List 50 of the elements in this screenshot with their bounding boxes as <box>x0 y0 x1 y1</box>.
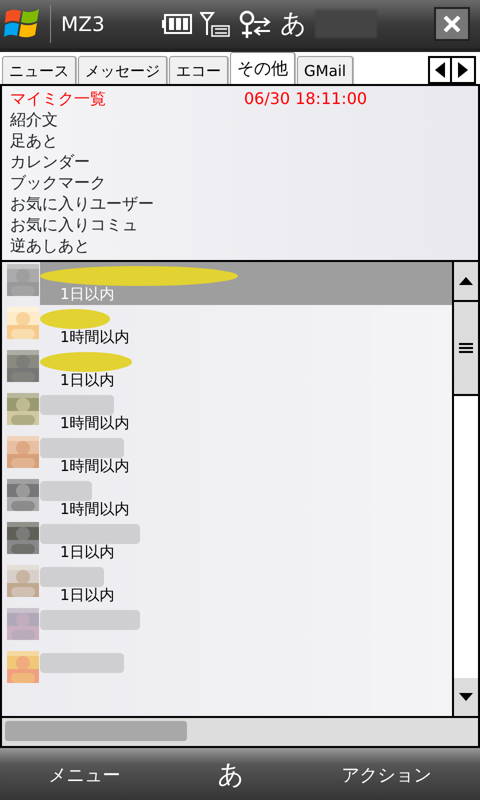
category-item[interactable]: 紹介文 <box>10 109 58 130</box>
redacted-name <box>40 481 92 501</box>
list-row[interactable]: 1日以内 <box>40 563 452 606</box>
scroll-thumb[interactable] <box>454 300 478 396</box>
list-row[interactable]: 1時間以内 <box>40 477 452 520</box>
scroll-up-button[interactable] <box>454 262 478 300</box>
redaction-mark <box>40 309 110 329</box>
category-item[interactable]: カレンダー <box>10 151 90 172</box>
action-softkey[interactable]: アクション <box>342 762 432 788</box>
elapsed-time: 1時間以内 <box>60 328 130 346</box>
elapsed-time: 1時間以内 <box>60 457 130 475</box>
menu-softkey[interactable]: メニュー <box>48 762 120 788</box>
scroll-down-button[interactable] <box>454 678 478 716</box>
tab[interactable]: エコー <box>169 56 228 84</box>
tab[interactable]: メッセージ <box>78 56 167 84</box>
close-icon <box>442 14 462 34</box>
down-arrow-icon <box>459 693 473 701</box>
left-arrow-icon <box>435 62 445 78</box>
elapsed-time: 1日以内 <box>60 285 115 303</box>
up-arrow-icon <box>459 277 473 285</box>
tab[interactable]: その他 <box>230 52 295 84</box>
list-row[interactable]: 1日以内 <box>40 520 452 563</box>
elapsed-time: 1日以内 <box>60 543 115 561</box>
list-row[interactable]: 1時間以内 <box>40 391 452 434</box>
category-item[interactable]: お気に入りユーザー <box>10 193 154 214</box>
elapsed-time: 1時間以内 <box>60 414 130 432</box>
category-item[interactable]: お気に入りコミュ <box>10 214 138 235</box>
list-header[interactable]: マイミク一覧 <box>10 88 106 109</box>
right-arrow-icon <box>458 62 468 78</box>
battery-icon[interactable] <box>162 14 192 34</box>
elapsed-time: 1日以内 <box>60 371 115 389</box>
list-row[interactable]: 1時間以内 <box>40 434 452 477</box>
category-item[interactable]: 逆あしあと <box>10 235 90 256</box>
elapsed-time: 1時間以内 <box>60 500 130 518</box>
antenna-off-icon[interactable] <box>200 11 230 37</box>
timestamp: 06/30 18:11:00 <box>244 88 368 109</box>
close-button[interactable] <box>434 7 470 41</box>
list-row[interactable]: 1時間以内 <box>40 305 452 348</box>
list-row[interactable]: 1日以内 <box>40 348 452 391</box>
category-item[interactable]: 足あと <box>10 130 58 151</box>
tab[interactable]: GMail <box>297 56 354 84</box>
elapsed-time: 1日以内 <box>60 586 115 604</box>
input-mode-button[interactable]: あ <box>218 760 244 790</box>
category-item[interactable]: ブックマーク <box>10 172 106 193</box>
input-mode-indicator[interactable]: あ <box>280 11 307 37</box>
app-title: MZ3 <box>61 11 105 38</box>
tab[interactable]: ニュース <box>2 56 76 84</box>
redacted-name <box>40 567 104 587</box>
redacted-status-text <box>314 10 377 38</box>
connectivity-icon[interactable] <box>238 9 272 39</box>
